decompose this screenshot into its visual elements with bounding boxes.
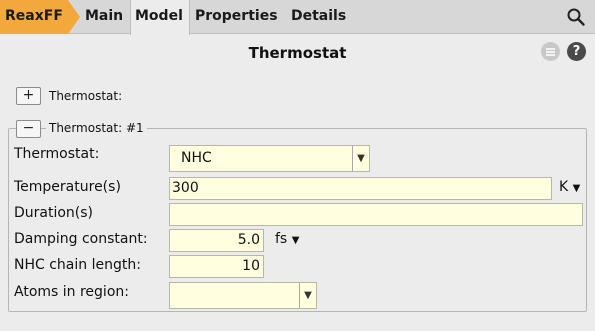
add-thermostat-button[interactable]: + [16,87,41,105]
temperature-unit-label: K [559,179,569,195]
thermostat-type-value: NHC [181,150,212,166]
temperature-input[interactable]: 300 [169,177,552,200]
damping-unit-label: fs [275,231,288,247]
duration-label: Duration(s) [14,205,94,221]
damping-constant-input[interactable]: 5.0 [169,229,264,252]
temperature-label: Temperature(s) [14,179,121,195]
damping-unit-select[interactable]: fs ▼ [275,231,299,247]
atoms-in-region-select[interactable]: ▼ [169,282,317,309]
hamburger-icon[interactable] [541,42,560,61]
chevron-down-icon[interactable]: ▼ [299,283,316,308]
help-icon[interactable]: ? [567,42,586,61]
damping-constant-label: Damping constant: [14,231,148,247]
tab-model[interactable]: Model [130,0,190,35]
atoms-in-region-label: Atoms in region: [14,284,129,300]
tab-details[interactable]: Details [291,0,346,34]
chevron-down-icon: ▼ [572,183,581,194]
thermostat-type-select[interactable]: NHC ▼ [169,145,370,172]
remove-thermostat-button[interactable]: − [16,120,41,138]
tab-bar: ReaxFF Main Model Properties Details [0,0,595,35]
tab-reaxff-label: ReaxFF [5,8,63,24]
tab-properties[interactable]: Properties [195,0,278,34]
search-icon[interactable] [566,7,586,27]
nhc-chain-length-label: NHC chain length: [14,257,141,273]
tab-reaxff[interactable]: ReaxFF [0,0,80,34]
thermostat-type-label: Thermostat: [14,146,100,162]
tab-main[interactable]: Main [85,0,123,34]
duration-input[interactable] [169,203,583,226]
page-title: Thermostat [248,44,347,62]
chevron-down-icon: ▼ [291,235,300,246]
chevron-down-icon[interactable]: ▼ [352,146,369,171]
thermostat-add-label: Thermostat: [49,89,123,103]
thermostat-group-title: Thermostat: #1 [46,121,147,135]
nhc-chain-length-input[interactable]: 10 [169,255,264,278]
temperature-unit-select[interactable]: K ▼ [559,179,580,195]
